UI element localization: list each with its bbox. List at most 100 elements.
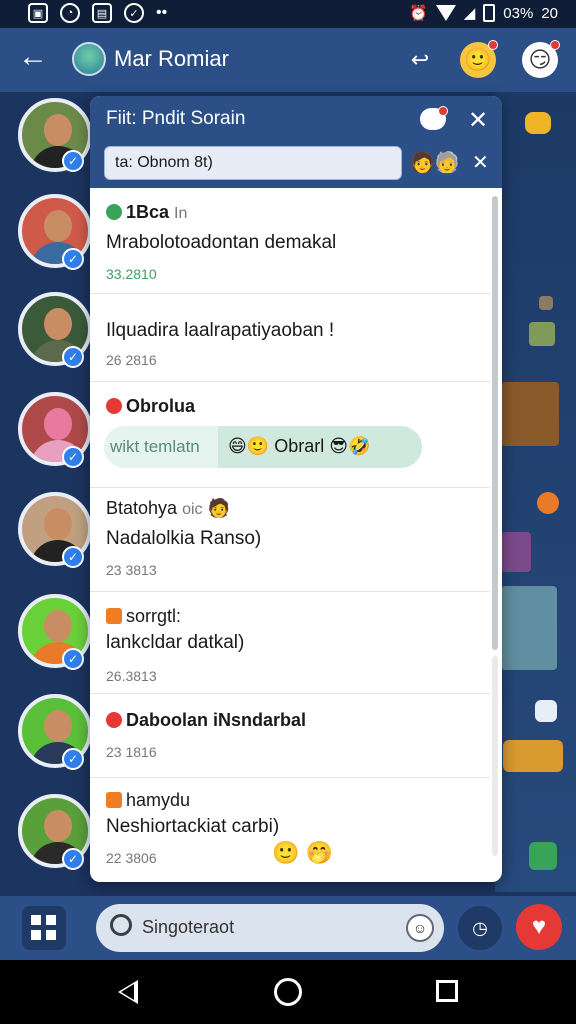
chip-text: Obrarl: [274, 436, 325, 456]
chip-label: wikt temlatn: [104, 426, 218, 468]
decor-block: [535, 700, 557, 722]
item-time: 26.3813: [106, 668, 157, 684]
back-arrow-icon[interactable]: ←: [18, 42, 50, 74]
decor-block: [503, 740, 563, 772]
chip-value: 😄🙂 Obrarl 😎🤣: [228, 436, 371, 456]
alarm-icon: ⏰: [409, 5, 428, 22]
reaction-chip[interactable]: wikt temlatn 😄🙂 Obrarl 😎🤣: [104, 426, 422, 468]
mood-button[interactable]: 😏: [522, 40, 560, 78]
verified-badge-icon: ✓: [62, 446, 84, 468]
battery-percent: 03%: [503, 4, 534, 22]
search-input[interactable]: Singoteraot: [142, 917, 234, 938]
status-dot-icon: [106, 792, 122, 808]
nav-recents-icon[interactable]: [436, 980, 458, 1002]
nav-home-icon[interactable]: [274, 978, 302, 1006]
bottom-bar: Singoteraot ☺ ◷ ♥: [0, 896, 576, 960]
close-icon[interactable]: ✕: [468, 106, 488, 135]
list-item[interactable]: hamydu Neshiortackiat carbi) 22 3806 🙂 🤭: [90, 778, 490, 882]
item-name-row: Daboolan iNsndarbal: [106, 710, 306, 731]
filter-field[interactable]: ta: Obnom 8t): [104, 146, 402, 180]
list-item[interactable]: 1Bca In Mrabolotoadontan demakal 33.2810: [90, 188, 490, 294]
verified-badge-icon: ✓: [62, 346, 84, 368]
chat-bubble-icon[interactable]: [420, 106, 448, 130]
list-item[interactable]: sorrgtl: lankcldar datkal) 26.3813: [90, 592, 490, 694]
item-name: 1Bca: [126, 202, 170, 222]
clock: 20: [541, 4, 558, 22]
notification-badge: [550, 40, 560, 50]
item-name-row: sorrgtl:: [106, 606, 181, 627]
item-name: Daboolan iNsndarbal: [126, 710, 307, 730]
decor-block: [539, 296, 553, 310]
background-scene: [495, 92, 576, 892]
scrollbar-thumb[interactable]: [492, 196, 498, 650]
verified-badge-icon: ✓: [62, 648, 84, 670]
shield-icon: ✓: [124, 3, 144, 23]
item-name-row: hamydu: [106, 790, 190, 811]
battery-icon: [483, 4, 496, 22]
decor-block: [501, 586, 557, 670]
item-name-extra: In: [174, 205, 188, 222]
verified-badge-icon: ✓: [62, 848, 84, 870]
item-name: Btatohya: [106, 498, 178, 518]
list-item[interactable]: Btatohya oic 🧑 Nadalolkia Ranso) 23 3813: [90, 488, 490, 592]
camera-button[interactable]: ◷: [458, 906, 502, 950]
item-time: 26 2816: [106, 352, 157, 368]
decor-block: [501, 532, 531, 572]
status-dot-icon: [106, 204, 122, 220]
signal-icon: ◢: [463, 5, 476, 22]
chat-avatar[interactable]: [72, 42, 106, 76]
sync-icon: ◔: [60, 3, 80, 23]
item-name: sorrgtl:: [126, 606, 182, 626]
verified-badge-icon: ✓: [62, 546, 84, 568]
item-time: 22 3806: [106, 850, 157, 866]
emoji-filter-icon[interactable]: 🧑🧓: [410, 150, 460, 175]
reply-icon[interactable]: ↩: [402, 42, 438, 78]
emoji-icon[interactable]: ☺: [406, 914, 434, 942]
verified-badge-icon: ✓: [62, 150, 84, 172]
scrollbar-track[interactable]: [492, 656, 498, 856]
result-list: 1Bca In Mrabolotoadontan demakal 33.2810…: [90, 188, 490, 882]
item-name-row: Btatohya oic 🧑: [106, 498, 230, 518]
notification-badge: [438, 106, 448, 116]
image-icon: ▤: [92, 3, 112, 23]
decor-block: [525, 112, 551, 134]
item-time: 23 1816: [106, 744, 157, 760]
verified-badge-icon: ✓: [62, 248, 84, 270]
apps-grid-button[interactable]: [22, 906, 66, 950]
decor-block: [501, 382, 559, 446]
search-results-popup: Fiit: Pndit Sorain ✕ ta: Obnom 8t) 🧑🧓 ✕ …: [90, 96, 502, 882]
popup-title: Fiit: Pndit Sorain: [106, 108, 246, 129]
heart-button[interactable]: ♥: [516, 904, 562, 950]
emoji-reactions-icon[interactable]: 🙂 🤭: [272, 840, 333, 866]
app-bar: ← Mar Romiar ↩ 🙂 😏: [0, 28, 576, 92]
item-message: Mrabolotoadontan demakal: [106, 232, 337, 253]
verified-badge-icon: ✓: [62, 748, 84, 770]
wifi-icon: [435, 5, 456, 21]
popup-header: Fiit: Pndit Sorain ✕ ta: Obnom 8t) 🧑🧓 ✕: [90, 96, 502, 188]
emoji-button[interactable]: 🙂: [460, 40, 498, 78]
list-item[interactable]: Ilquadira laalrapatiyaoban ! 26 2816: [90, 294, 490, 382]
status-dot-icon: [106, 398, 122, 414]
search-icon: [110, 914, 132, 936]
item-message: Ilquadira laalrapatiyaoban !: [106, 320, 335, 341]
nav-back-icon[interactable]: [118, 980, 138, 1004]
list-item[interactable]: Obrolua wikt temlatn 😄🙂 Obrarl 😎🤣: [90, 382, 490, 488]
status-bar: ▣ ◔ ▤ ✓ •• ⏰ ◢ 03% 20: [0, 0, 576, 28]
notification-badge: [488, 40, 498, 50]
clear-filter-icon[interactable]: ✕: [472, 150, 489, 175]
item-time: 33.2810: [106, 266, 157, 282]
system-nav-bar: [0, 960, 576, 1024]
decor-block: [529, 322, 555, 346]
decor-block: [529, 842, 557, 870]
item-message: Neshiortackiat carbi): [106, 816, 280, 837]
item-name: Obrolua: [126, 396, 196, 416]
list-item[interactable]: Daboolan iNsndarbal 23 1816: [90, 694, 490, 778]
search-bar[interactable]: Singoteraot ☺: [96, 904, 444, 952]
item-time: 23 3813: [106, 562, 157, 578]
status-dot-icon: [106, 712, 122, 728]
decor-block: [537, 492, 559, 514]
item-name: hamydu: [126, 790, 191, 810]
item-name-extra: oic: [182, 501, 203, 518]
item-message: lankcldar datkal): [106, 632, 245, 653]
more-dots-icon: ••: [156, 4, 168, 21]
